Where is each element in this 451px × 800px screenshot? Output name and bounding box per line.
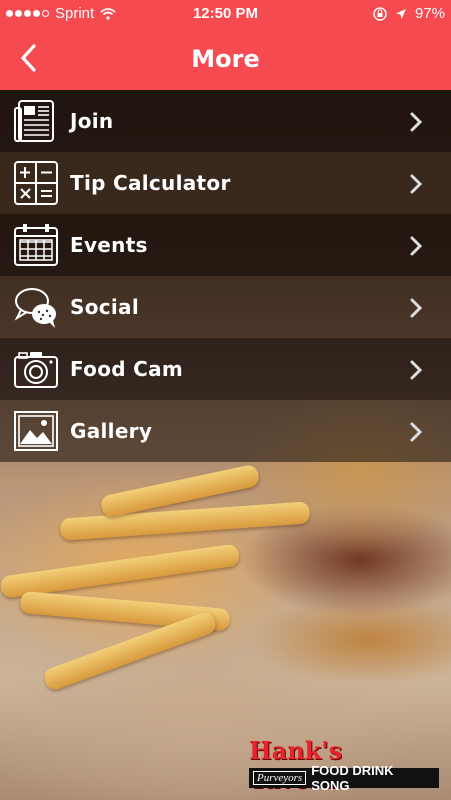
location-arrow-icon [395, 8, 406, 19]
menu-item-tip-calculator[interactable]: Tip Calculator [0, 152, 451, 214]
camera-icon [14, 352, 58, 388]
calendar-icon [14, 224, 58, 266]
page-title: More [191, 45, 260, 73]
rotation-lock-icon [373, 6, 387, 21]
menu-item-social[interactable]: Social [0, 276, 451, 338]
status-bar: Sprint 12:50 PM 97% [0, 0, 451, 28]
brand-purveyors: Purveyors [253, 771, 307, 785]
menu-item-label: Food Cam [70, 357, 184, 381]
speech-bubbles-icon [14, 288, 56, 328]
chevron-right-icon [410, 298, 423, 318]
menu-item-label: Events [70, 233, 148, 257]
menu-item-label: Social [70, 295, 140, 319]
menu-item-label: Tip Calculator [70, 171, 231, 195]
chevron-right-icon [410, 112, 423, 132]
status-indicators: 97% [373, 5, 445, 22]
battery-percent: 97% [414, 5, 445, 22]
menu-item-food-cam[interactable]: Food Cam [0, 338, 451, 400]
menu-item-label: Gallery [70, 419, 153, 443]
menu-item-gallery[interactable]: Gallery [0, 400, 451, 462]
brand-tagline: FOOD DRINK SONG [311, 763, 394, 793]
chevron-right-icon [410, 360, 423, 380]
brand-tagline-bar: Purveyors FOOD DRINK SONG [249, 763, 439, 793]
chevron-right-icon [410, 422, 423, 442]
chevron-right-icon [410, 236, 423, 256]
more-menu: Join Tip Calculator Events Social Food C… [0, 90, 451, 462]
nav-header: More [0, 28, 451, 90]
menu-item-label: Join [70, 109, 114, 133]
chevron-right-icon [410, 174, 423, 194]
picture-icon [14, 411, 58, 451]
brand-logo: Hank's Tavern Purveyors FOOD DRINK SONG [249, 736, 439, 794]
calculator-icon [14, 161, 58, 205]
newspaper-icon [14, 100, 54, 142]
menu-item-events[interactable]: Events [0, 214, 451, 276]
menu-item-join[interactable]: Join [0, 90, 451, 152]
